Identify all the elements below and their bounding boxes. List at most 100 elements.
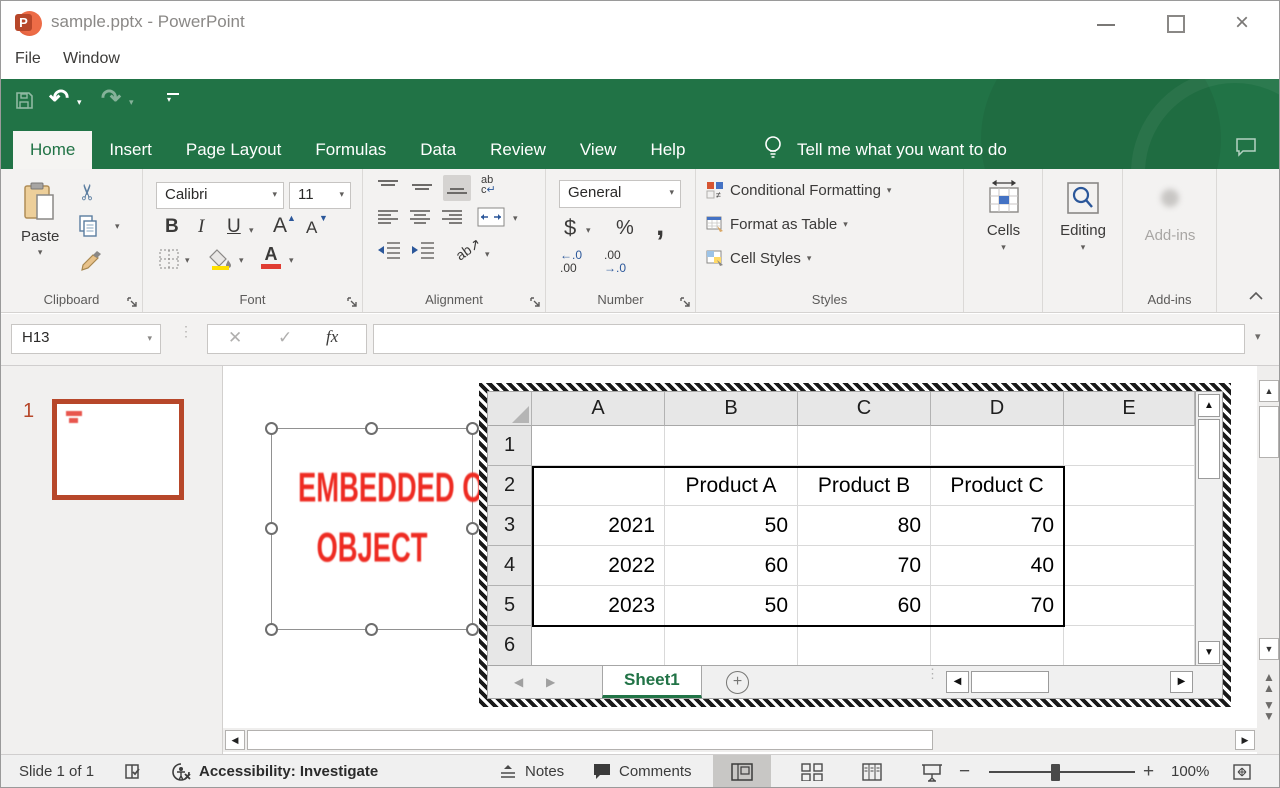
resize-handle-se[interactable]	[466, 623, 479, 636]
column-header-d[interactable]: D	[931, 392, 1064, 426]
formula-input[interactable]	[373, 324, 1245, 354]
cell-C4[interactable]: 70	[798, 546, 931, 586]
grow-font-button[interactable]: A	[273, 214, 287, 238]
middle-align-icon[interactable]	[411, 179, 433, 200]
editing-button[interactable]: Editing ▾	[1043, 179, 1123, 253]
main-hscroll-left-icon[interactable]: ◀	[225, 730, 245, 750]
cell-A4[interactable]: 2022	[532, 546, 665, 586]
select-all-corner[interactable]	[488, 392, 532, 426]
collapse-ribbon-icon[interactable]	[1249, 287, 1263, 305]
column-header-b[interactable]: B	[665, 392, 798, 426]
fill-color-icon[interactable]	[209, 247, 233, 276]
align-left-icon[interactable]	[377, 209, 399, 230]
cell-D4[interactable]: 40	[931, 546, 1064, 586]
tab-page-layout[interactable]: Page Layout	[169, 131, 298, 169]
cell-A5[interactable]: 2023	[532, 586, 665, 626]
menu-window[interactable]: Window	[63, 50, 120, 68]
sheet-nav-left-icon[interactable]: ◀	[514, 675, 523, 689]
copy-dropdown-icon[interactable]: ▾	[115, 221, 120, 232]
slide-sorter-button[interactable]	[783, 755, 841, 788]
worksheet-vscrollbar[interactable]: ▲ ▼	[1195, 392, 1222, 666]
cell-B4[interactable]: 60	[665, 546, 798, 586]
minimize-icon[interactable]	[1097, 24, 1115, 26]
align-right-icon[interactable]	[441, 209, 463, 230]
zoom-in-icon[interactable]: +	[1143, 755, 1154, 788]
fit-to-window-icon[interactable]	[1233, 764, 1251, 785]
cell-A1[interactable]	[532, 426, 665, 466]
sheet-bar-handle-icon[interactable]: ⋮	[926, 670, 934, 678]
font-size-combo[interactable]: 11 ▾	[289, 182, 351, 209]
merge-dropdown-icon[interactable]: ▾	[513, 213, 518, 224]
zoom-slider-thumb[interactable]	[1051, 764, 1060, 781]
cell-C3[interactable]: 80	[798, 506, 931, 546]
worksheet-scroll-up-icon[interactable]: ▲	[1198, 394, 1220, 417]
cell-E1[interactable]	[1064, 426, 1195, 466]
insert-function-icon[interactable]: fx	[326, 327, 338, 347]
underline-dropdown-icon[interactable]: ▾	[249, 225, 254, 236]
cell-B1[interactable]	[665, 426, 798, 466]
resize-handle-w[interactable]	[265, 522, 278, 535]
currency-dropdown-icon[interactable]: ▾	[586, 225, 591, 236]
worksheet-vscroll-thumb[interactable]	[1198, 419, 1220, 479]
format-as-table-button[interactable]: Format as Table ▾	[706, 215, 848, 233]
font-name-combo[interactable]: Calibri ▾	[156, 182, 284, 209]
format-painter-icon[interactable]	[79, 249, 103, 278]
resize-handle-e[interactable]	[466, 522, 479, 535]
row-header-4[interactable]: 4	[488, 546, 532, 586]
worksheet-scroll-down-icon[interactable]: ▼	[1198, 641, 1220, 664]
wrap-text-icon[interactable]: abc↵	[481, 175, 496, 195]
next-slide-icon[interactable]: ▼▼	[1260, 700, 1278, 722]
resize-handle-n[interactable]	[365, 422, 378, 435]
currency-button[interactable]: $	[564, 215, 576, 241]
name-box[interactable]: H13 ▾	[11, 324, 161, 354]
merge-center-icon[interactable]	[477, 207, 505, 232]
align-center-icon[interactable]	[409, 209, 431, 230]
slide-thumbnail[interactable]	[52, 399, 184, 500]
row-header-5[interactable]: 5	[488, 586, 532, 626]
orientation-icon[interactable]: ab↗	[453, 235, 485, 265]
undo-dropdown-icon[interactable]: ▾	[77, 97, 82, 108]
cell-D2[interactable]: Product C	[931, 466, 1064, 506]
font-color-button[interactable]: A	[261, 245, 281, 269]
tab-help[interactable]: Help	[633, 131, 702, 169]
cell-C1[interactable]	[798, 426, 931, 466]
underline-button[interactable]: U	[227, 216, 241, 238]
tab-review[interactable]: Review	[473, 131, 563, 169]
redo-dropdown-icon[interactable]: ▾	[129, 97, 134, 108]
cell-C2[interactable]: Product B	[798, 466, 931, 506]
cancel-icon[interactable]: ✕	[228, 328, 242, 348]
tab-data[interactable]: Data	[403, 131, 473, 169]
embedded-excel-object[interactable]: A B C D E 1 2 Product A Product B Produc…	[479, 383, 1231, 707]
tab-formulas[interactable]: Formulas	[298, 131, 403, 169]
notes-button[interactable]: Notes	[525, 755, 564, 788]
cell-A6[interactable]	[532, 626, 665, 666]
borders-dropdown-icon[interactable]: ▾	[185, 255, 190, 266]
comma-button[interactable]: ,	[656, 209, 664, 243]
zoom-level[interactable]: 100%	[1171, 755, 1209, 788]
cell-D5[interactable]: 70	[931, 586, 1064, 626]
cell-D6[interactable]	[931, 626, 1064, 666]
redo-icon[interactable]: ↷	[101, 84, 121, 113]
cell-D3[interactable]: 70	[931, 506, 1064, 546]
main-vscrollbar[interactable]: ▲ ▼ ▲▲ ▼▼	[1257, 366, 1280, 754]
decrease-decimal-button[interactable]: .00 →.0	[604, 249, 626, 275]
zoom-slider-track[interactable]	[989, 771, 1135, 773]
cell-E6[interactable]	[1064, 626, 1195, 666]
increase-indent-icon[interactable]	[411, 241, 435, 264]
italic-button[interactable]: I	[198, 216, 204, 238]
maximize-icon[interactable]	[1167, 15, 1185, 33]
worksheet-hscroll-left-icon[interactable]: ◀	[946, 671, 969, 693]
expand-formula-bar-icon[interactable]: ▾	[1255, 330, 1261, 343]
undo-icon[interactable]: ↶	[49, 84, 69, 113]
bold-button[interactable]: B	[165, 216, 179, 238]
reading-view-button[interactable]	[843, 755, 901, 788]
accessibility-icon[interactable]	[171, 762, 193, 787]
row-header-2[interactable]: 2	[488, 466, 532, 506]
column-header-e[interactable]: E	[1064, 392, 1195, 426]
tab-home[interactable]: Home	[13, 131, 92, 169]
worksheet-hscroll-thumb[interactable]	[971, 671, 1049, 693]
save-icon[interactable]	[15, 91, 34, 115]
alignment-dialog-launcher-icon[interactable]	[530, 295, 541, 306]
tab-view[interactable]: View	[563, 131, 634, 169]
resize-handle-s[interactable]	[365, 623, 378, 636]
